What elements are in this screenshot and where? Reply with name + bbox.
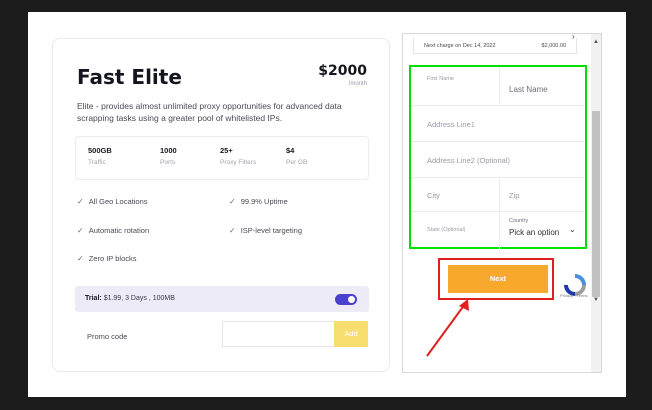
plan-period: /month <box>348 81 367 87</box>
promo-code-input[interactable] <box>222 321 334 347</box>
feature-item: ✓ All Geo Locations <box>77 197 148 206</box>
divider <box>411 105 585 106</box>
stat-value: 25+ <box>220 146 233 155</box>
check-icon: ✓ <box>77 197 84 206</box>
address-line2-field[interactable]: Address Line2 (Optional) <box>427 156 510 165</box>
plan-price: $2000 <box>318 63 367 79</box>
chevron-down-icon[interactable]: ⌄ <box>569 225 576 234</box>
promo-add-button[interactable]: Add <box>334 321 368 347</box>
feature-label: All Geo Locations <box>88 197 148 206</box>
stat-ports: 1000 Ports <box>160 146 177 166</box>
check-icon: ✓ <box>77 226 84 235</box>
state-field[interactable]: State (Optional) <box>427 227 466 233</box>
next-button[interactable]: Next <box>448 265 548 293</box>
stat-value: 1000 <box>160 146 177 155</box>
next-charge-box: Next charge on Dec 14, 2022 $2,000.00 <box>413 38 577 54</box>
stat-traffic: 500GB Traffic <box>88 146 112 166</box>
scrollbar[interactable]: ▲ ▼ <box>591 34 601 372</box>
feature-item: ✓ Automatic rotation <box>77 226 149 235</box>
stat-label: Ports <box>160 159 176 166</box>
plan-description: Elite - provides almost unlimited proxy … <box>77 101 342 123</box>
trial-text: Trial: $1.99, 3 Days , 100MB <box>85 295 175 302</box>
check-icon: ✓ <box>229 197 236 206</box>
stat-value: $4 <box>286 146 295 155</box>
trial-label: Trial: <box>85 295 102 302</box>
scroll-up-arrow-icon[interactable]: ▲ <box>593 39 599 45</box>
scrollbar-thumb[interactable] <box>592 111 600 297</box>
billing-address-form: First Name Last Name Address Line1 Addre… <box>409 65 587 249</box>
stat-label: Proxy Filters <box>220 159 257 166</box>
chevron-right-icon: › <box>572 33 575 41</box>
check-icon: ✓ <box>229 226 236 235</box>
feature-label: Automatic rotation <box>88 226 150 235</box>
feature-item: ✓ ISP-level targeting <box>229 226 302 235</box>
country-select[interactable]: Pick an option <box>509 228 559 237</box>
feature-item: ✓ Zero IP blocks <box>77 254 137 263</box>
feature-item: ✓ 99.9% Uptime <box>229 197 288 206</box>
last-name-field[interactable]: Last Name <box>509 85 548 94</box>
stat-label: Traffic <box>88 159 106 166</box>
address-line1-field[interactable]: Address Line1 <box>427 120 475 129</box>
plan-title: Fast Elite <box>77 65 182 89</box>
divider <box>411 177 585 178</box>
recaptcha-terms[interactable]: Privacy - Terms <box>560 293 587 298</box>
divider <box>411 141 585 142</box>
trial-toggle[interactable] <box>335 294 357 305</box>
stat-value: 500GB <box>88 146 112 155</box>
next-charge-label: Next charge on Dec 14, 2022 <box>424 43 496 49</box>
stat-label: Per GB <box>286 159 308 166</box>
scroll-down-arrow-icon[interactable]: ▼ <box>593 297 599 303</box>
feature-label: 99.9% Uptime <box>240 197 288 206</box>
plan-stats: 500GB Traffic 1000 Ports 25+ Proxy Filte… <box>75 136 369 180</box>
country-label: Country <box>509 218 529 224</box>
city-field[interactable]: City <box>427 191 440 200</box>
trial-bar: Trial: $1.99, 3 Days , 100MB <box>75 286 369 312</box>
zip-field[interactable]: Zip <box>509 191 519 200</box>
billing-panel: Next charge on Dec 14, 2022 $2,000.00 › … <box>402 33 602 373</box>
stat-per-gb: $4 Per GB <box>286 146 307 166</box>
feature-label: ISP-level targeting <box>240 226 302 235</box>
divider <box>499 67 500 105</box>
feature-label: Zero IP blocks <box>88 254 137 263</box>
divider <box>411 211 585 212</box>
divider <box>499 177 500 211</box>
trial-value: $1.99, 3 Days , 100MB <box>103 295 175 302</box>
check-icon: ✓ <box>77 254 84 263</box>
first-name-field[interactable]: First Name <box>427 76 454 82</box>
next-charge-amount: $2,000.00 <box>541 43 566 49</box>
promo-label: Promo code <box>87 332 128 341</box>
divider <box>499 211 500 249</box>
stat-proxy-filters: 25+ Proxy Filters <box>220 146 256 166</box>
